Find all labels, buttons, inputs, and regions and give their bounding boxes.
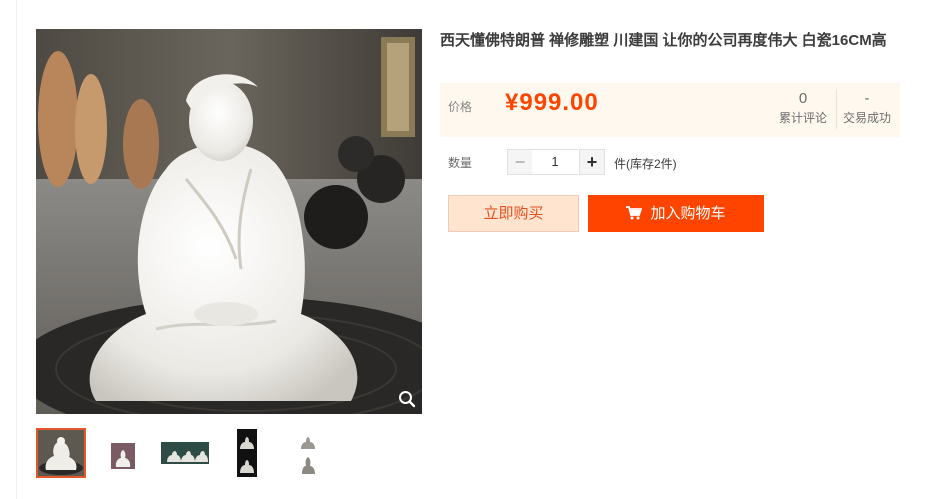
zoom-icon[interactable] [398,390,416,408]
add-to-cart-label: 加入购物车 [650,205,726,222]
thumbnail-5[interactable] [284,428,334,478]
thumbnail-3[interactable] [160,428,210,478]
stat-divider [836,89,837,129]
product-title: 西天懂佛特朗普 禅修雕塑 川建国 让你的公司再度伟大 白瓷16CM高 [440,32,887,49]
sales-label: 交易成功 [842,111,891,125]
quantity-input[interactable]: 1 [532,149,578,175]
price-value: ¥999.00 [505,89,599,116]
quantity-increment-button[interactable]: + [579,149,605,175]
quantity-label: 数量 [448,156,473,170]
add-to-cart-button[interactable]: 加入购物车 [588,195,764,232]
price-label: 价格 [448,100,473,114]
stock-note: 件(库存2件) [614,157,677,171]
left-divider [16,0,17,499]
price-panel: 价格 ¥999.00 0 累计评论 - 交易成功 [440,83,900,137]
sales-count: - [864,90,870,107]
thumbnail-1[interactable] [36,428,86,478]
reviews-stat[interactable]: 0 累计评论 [774,89,832,127]
buy-now-button[interactable]: 立即购买 [448,195,579,232]
thumbnail-2[interactable] [98,428,148,478]
quantity-decrement-button[interactable]: − [507,149,533,175]
reviews-label: 累计评论 [778,111,827,125]
sales-stat: - 交易成功 [838,89,896,127]
shopping-cart-icon [626,205,643,220]
reviews-count: 0 [798,90,808,107]
thumbnail-4[interactable] [222,428,272,478]
main-product-image[interactable] [36,29,422,414]
